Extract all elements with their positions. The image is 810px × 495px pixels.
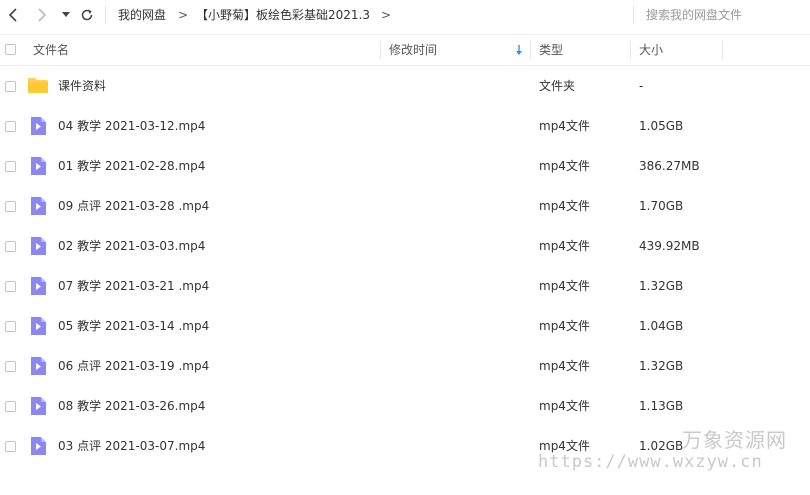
file-name[interactable]: 09 点评 2021-03-28 .mp4 (58, 198, 209, 214)
column-divider[interactable] (530, 41, 531, 59)
row-checkbox[interactable] (5, 401, 16, 412)
column-header-name[interactable]: 文件名 (33, 35, 69, 65)
video-file-icon (31, 237, 46, 255)
video-file-icon (31, 357, 46, 375)
row-checkbox[interactable] (5, 121, 16, 132)
chevron-left-icon (8, 8, 17, 22)
file-type: mp4文件 (539, 359, 590, 373)
file-row[interactable]: 04 教学 2021-03-12.mp4 mp4文件 1.05GB (0, 106, 810, 146)
breadcrumb-current-folder[interactable]: 【小野菊】板绘色彩基础2021.3 (196, 7, 370, 23)
file-name[interactable]: 05 教学 2021-03-14 .mp4 (58, 318, 209, 334)
caret-down-icon (62, 12, 70, 17)
watermark-url: https://www.wxzyw.cn (538, 452, 763, 472)
row-checkbox[interactable] (5, 361, 16, 372)
row-checkbox[interactable] (5, 201, 16, 212)
file-size: 1.13GB (639, 399, 684, 413)
refresh-icon (81, 9, 93, 21)
forward-button[interactable] (33, 6, 51, 24)
column-header-type[interactable]: 类型 (539, 35, 563, 65)
back-button[interactable] (4, 6, 22, 24)
breadcrumb-separator-icon: > (178, 8, 189, 22)
chevron-right-icon (38, 8, 47, 22)
file-row[interactable]: 08 教学 2021-03-26.mp4 mp4文件 1.13GB (0, 386, 810, 426)
file-type: mp4文件 (539, 399, 590, 413)
column-header-size[interactable]: 大小 (639, 35, 663, 65)
file-size: 1.32GB (639, 359, 684, 373)
search-input[interactable] (646, 6, 802, 24)
history-dropdown[interactable] (57, 6, 75, 24)
file-size: 1.70GB (639, 199, 684, 213)
column-divider[interactable] (722, 41, 723, 59)
file-list-header: 文件名 修改时间 类型 大小 (0, 34, 810, 66)
file-type: mp4文件 (539, 279, 590, 293)
folder-icon (28, 78, 48, 93)
row-checkbox[interactable] (5, 81, 16, 92)
row-checkbox[interactable] (5, 281, 16, 292)
search-divider (633, 6, 634, 24)
file-row[interactable]: 02 教学 2021-03-03.mp4 mp4文件 439.92MB (0, 226, 810, 266)
row-checkbox[interactable] (5, 441, 16, 452)
select-all-checkbox[interactable] (5, 44, 16, 55)
file-type: mp4文件 (539, 239, 590, 253)
column-header-modified[interactable]: 修改时间 (389, 35, 437, 65)
file-row[interactable]: 06 点评 2021-03-19 .mp4 mp4文件 1.32GB (0, 346, 810, 386)
file-name[interactable]: 课件资料 (58, 78, 106, 94)
video-file-icon (31, 157, 46, 175)
row-checkbox[interactable] (5, 161, 16, 172)
file-type: mp4文件 (539, 159, 590, 173)
file-type: mp4文件 (539, 119, 590, 133)
file-size: 1.05GB (639, 119, 684, 133)
file-row[interactable]: 07 教学 2021-03-21 .mp4 mp4文件 1.32GB (0, 266, 810, 306)
file-name[interactable]: 03 点评 2021-03-07.mp4 (58, 438, 205, 454)
video-file-icon (31, 317, 46, 335)
toolbar: 我的网盘 > 【小野菊】板绘色彩基础2021.3 > (0, 0, 810, 30)
video-file-icon (31, 277, 46, 295)
file-name[interactable]: 07 教学 2021-03-21 .mp4 (58, 278, 209, 294)
refresh-button[interactable] (78, 6, 96, 24)
file-row[interactable]: 01 教学 2021-02-28.mp4 mp4文件 386.27MB (0, 146, 810, 186)
video-file-icon (31, 437, 46, 455)
watermark-title: 万象资源网 (682, 428, 787, 452)
file-size: 439.92MB (639, 239, 700, 253)
file-name[interactable]: 02 教学 2021-03-03.mp4 (58, 238, 205, 254)
row-checkbox[interactable] (5, 321, 16, 332)
video-file-icon (31, 117, 46, 135)
file-name[interactable]: 06 点评 2021-03-19 .mp4 (58, 358, 209, 374)
file-size: 1.32GB (639, 279, 684, 293)
file-type: mp4文件 (539, 199, 590, 213)
toolbar-divider (105, 6, 106, 24)
breadcrumb-expand-icon[interactable]: > (381, 7, 391, 23)
file-name[interactable]: 01 教学 2021-02-28.mp4 (58, 158, 205, 174)
file-size: 386.27MB (639, 159, 700, 173)
video-file-icon (31, 197, 46, 215)
file-name[interactable]: 08 教学 2021-03-26.mp4 (58, 398, 205, 414)
file-row-folder[interactable]: 课件资料 文件夹 - (0, 66, 810, 106)
breadcrumb-root[interactable]: 我的网盘 (118, 7, 166, 23)
file-name[interactable]: 04 教学 2021-03-12.mp4 (58, 118, 205, 134)
sort-descending-icon[interactable] (514, 44, 524, 56)
row-checkbox[interactable] (5, 241, 16, 252)
column-divider[interactable] (380, 41, 381, 59)
file-type: mp4文件 (539, 319, 590, 333)
file-size: - (639, 79, 644, 93)
column-divider[interactable] (630, 41, 631, 59)
video-file-icon (31, 397, 46, 415)
file-size: 1.04GB (639, 319, 684, 333)
file-row[interactable]: 09 点评 2021-03-28 .mp4 mp4文件 1.70GB (0, 186, 810, 226)
file-row[interactable]: 05 教学 2021-03-14 .mp4 mp4文件 1.04GB (0, 306, 810, 346)
file-type: 文件夹 (539, 79, 576, 93)
